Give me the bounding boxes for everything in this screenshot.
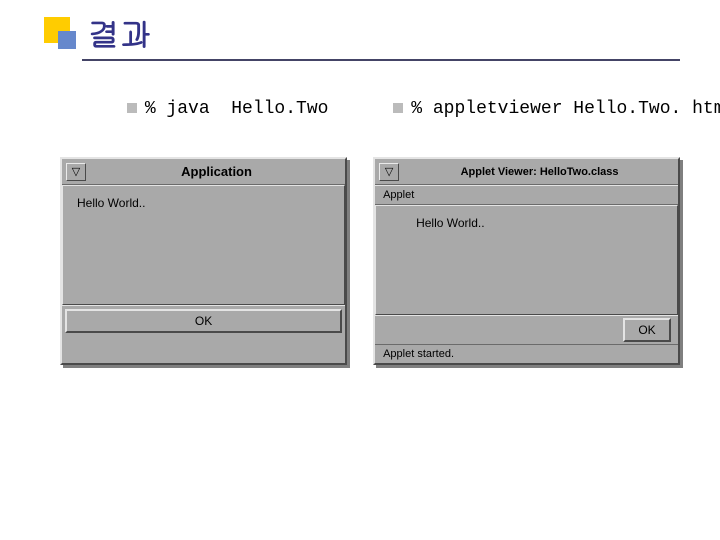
button-row: OK xyxy=(62,305,345,336)
bullet-icon xyxy=(393,103,403,113)
client-area: Hello World.. OK xyxy=(62,185,345,336)
status-text: Applet started. xyxy=(383,348,454,360)
chevron-down-icon: ▽ xyxy=(72,165,80,178)
command-right-text: % appletviewer Hello.Two. html xyxy=(411,99,720,119)
titlebar[interactable]: ▽ Applet Viewer: HelloTwo.class xyxy=(375,159,678,185)
content-area: Hello World.. xyxy=(375,205,678,315)
status-bar: Applet started. xyxy=(375,344,678,363)
ok-button[interactable]: OK xyxy=(65,309,342,333)
bullet-icon xyxy=(127,103,137,113)
hello-text: Hello World.. xyxy=(416,216,484,230)
client-area: Hello World.. OK Applet started. xyxy=(375,205,678,363)
title-bullet-icon xyxy=(40,13,80,53)
applet-viewer-window: ▽ Applet Viewer: HelloTwo.class Applet H… xyxy=(373,157,680,365)
command-left-text: % java Hello.Two xyxy=(145,99,329,119)
ok-button[interactable]: OK xyxy=(623,318,671,342)
windows-row: ▽ Application Hello World.. OK ▽ Applet … xyxy=(60,157,680,365)
title-rule xyxy=(82,59,680,61)
system-menu-button[interactable]: ▽ xyxy=(66,163,86,181)
button-row: OK xyxy=(375,315,678,344)
chevron-down-icon: ▽ xyxy=(385,165,393,178)
hello-text: Hello World.. xyxy=(77,196,145,210)
titlebar[interactable]: ▽ Application xyxy=(62,159,345,185)
slide: 결과 % java Hello.Two % appletviewer Hello… xyxy=(0,0,720,385)
menu-applet[interactable]: Applet xyxy=(383,189,414,201)
content-area: Hello World.. xyxy=(62,185,345,305)
page-title: 결과 xyxy=(88,10,152,55)
system-menu-button[interactable]: ▽ xyxy=(379,163,399,181)
window-title: Application xyxy=(92,164,341,179)
command-left: % java Hello.Two xyxy=(62,79,328,139)
commands-row: % java Hello.Two % appletviewer Hello.Tw… xyxy=(62,79,680,139)
command-right: % appletviewer Hello.Two. html xyxy=(328,79,720,139)
application-window: ▽ Application Hello World.. OK xyxy=(60,157,347,365)
title-row: 결과 xyxy=(40,10,680,55)
window-title: Applet Viewer: HelloTwo.class xyxy=(405,166,674,178)
menubar: Applet xyxy=(375,185,678,205)
